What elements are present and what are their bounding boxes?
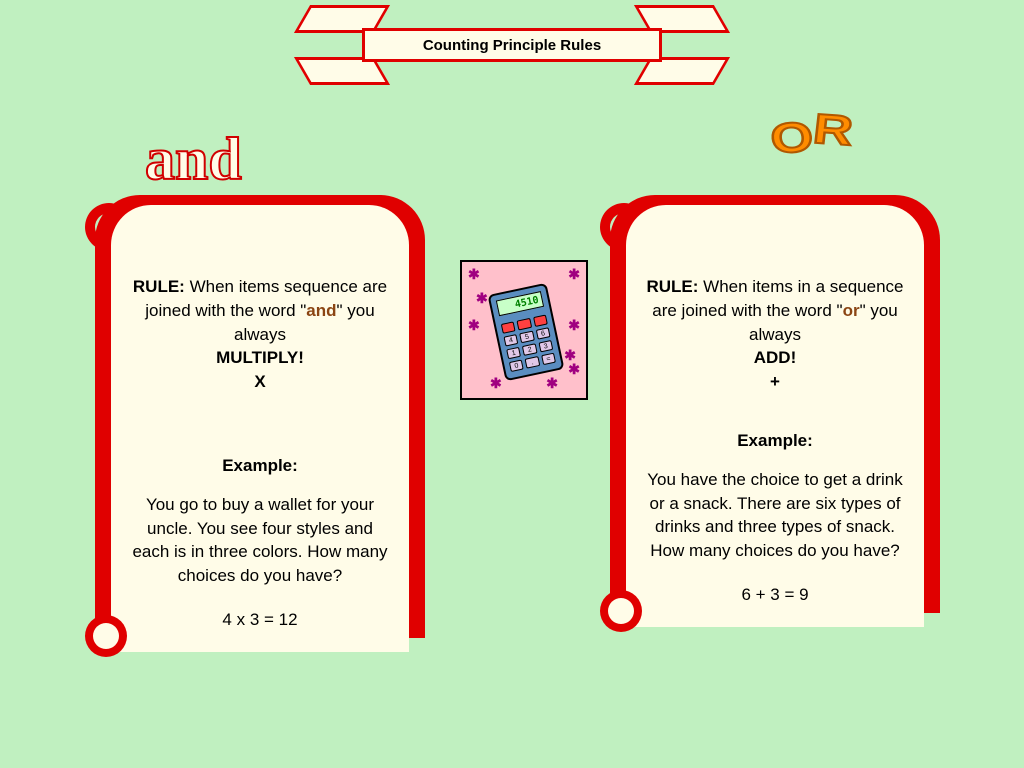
symbol: + [770,372,780,391]
calculator-image: ✱ ✱ ✱ ✱ ✱ ✱ ✱ ✱ ✱ 4510 4 5 6 1 2 3 0 . = [460,260,588,400]
keyword-and: and [306,301,336,320]
calc-key: 6 [535,327,550,340]
star-icon: ✱ [468,266,480,283]
answer: 4 x 3 = 12 [129,608,391,632]
example-label: Example: [644,429,906,453]
calc-key [517,318,532,331]
symbol: X [254,372,265,391]
calc-keys: 4 5 6 1 2 3 0 . = [495,311,561,376]
title-banner: Counting Principle Rules [342,10,682,80]
or-scroll: RULE: When items in a sequence are joine… [610,195,940,627]
keyword-or: or [843,301,860,320]
scroll-content: RULE: When items in a sequence are joine… [626,205,924,627]
rule-label: RULE: [133,277,185,296]
scroll-curl-icon [600,590,642,632]
action-word: ADD! [754,348,797,367]
title-box: Counting Principle Rules [362,28,662,62]
star-icon: ✱ [490,375,502,392]
calc-key: 2 [522,343,537,356]
example-text: You have the choice to get a drink or a … [644,468,906,563]
scroll-curl-icon [85,615,127,657]
calc-key: = [541,353,556,366]
example-text: You go to buy a wallet for your uncle. Y… [129,493,391,588]
example-label: Example: [129,454,391,478]
rule-label: RULE: [646,277,698,296]
star-icon: ✱ [568,361,580,378]
calc-key: 0 [509,359,524,372]
calc-key: 3 [538,340,553,353]
calc-key: 1 [506,347,521,360]
star-icon: ✱ [568,317,580,334]
calc-key: 5 [519,331,534,344]
or-letter: O [768,113,816,164]
scroll-content: RULE: When items sequence are joined wit… [111,205,409,652]
calc-key [501,321,516,334]
action-word: MULTIPLY! [216,348,304,367]
and-scroll: RULE: When items sequence are joined wit… [95,195,425,652]
calc-key: 4 [504,334,519,347]
page-title: Counting Principle Rules [423,37,601,54]
calculator-icon: 45 10 4 5 6 1 2 3 0 . = [488,283,565,382]
calc-key [533,315,548,328]
or-heading: OR [771,110,853,158]
star-icon: ✱ [546,375,558,392]
and-heading: and [145,125,242,194]
star-icon: ✱ [476,290,488,307]
or-letter: R [810,105,855,155]
star-icon: ✱ [568,266,580,283]
star-icon: ✱ [468,317,480,334]
answer: 6 + 3 = 9 [644,583,906,607]
calc-key: . [525,356,540,369]
